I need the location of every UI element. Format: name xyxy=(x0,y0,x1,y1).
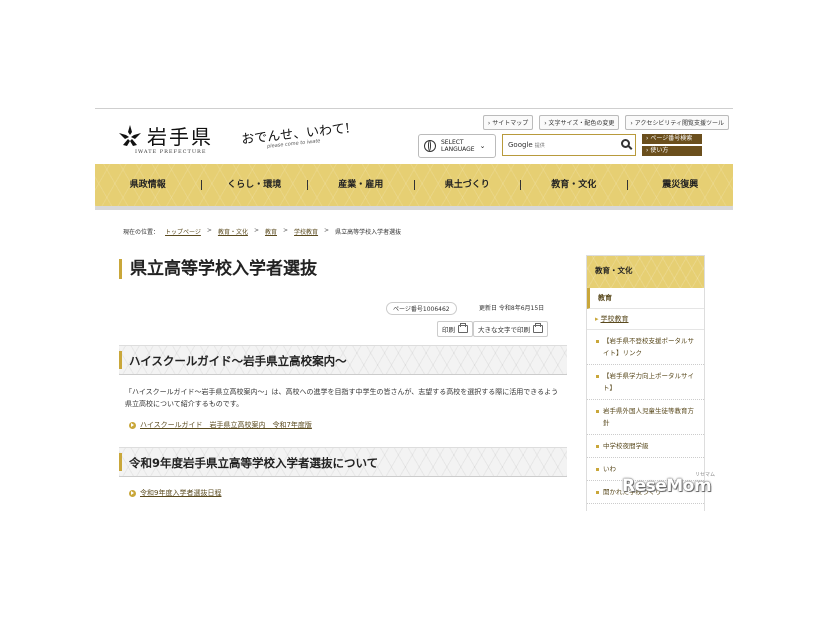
print-button[interactable]: 印刷 xyxy=(437,321,473,337)
printer-icon xyxy=(458,323,468,333)
chevron-down-icon: ⌄ xyxy=(479,141,486,150)
breadcrumb-link-top[interactable]: トップページ xyxy=(165,227,201,236)
breadcrumb-link-school-education[interactable]: 学校教育 xyxy=(294,227,318,236)
nav-divider xyxy=(95,206,733,210)
sidebar-item[interactable]: 【岩手県学力向上ポータルサイト】 xyxy=(587,365,704,400)
site-logo[interactable]: 岩手県 xyxy=(117,121,213,150)
breadcrumb-separator: > xyxy=(206,227,212,234)
prefecture-emblem-icon xyxy=(119,124,141,146)
page-number-badge: ページ番号1006462 xyxy=(386,302,457,315)
sidebar-item[interactable]: 中学校夜間学級 xyxy=(587,435,704,458)
logo-subtitle: IWATE PREFECTURE xyxy=(135,149,207,155)
admission-schedule-link[interactable]: 令和9年度入学者選抜日程 xyxy=(129,488,221,498)
section-heading-admission-selection: 令和9年度岩手県立高等学校入学者選抜について xyxy=(119,447,567,477)
sidebar: 教育・文化 教育 学校教育 【岩手県不登校支援ポータルサイト】リンク 【岩手県学… xyxy=(586,255,705,511)
global-nav: 県政情報 くらし・環境 産業・雇用 県土づくり 教育・文化 震災復興 xyxy=(95,164,733,206)
nav-item-land-development[interactable]: 県土づくり xyxy=(415,180,521,190)
nav-item-education-culture[interactable]: 教育・文化 xyxy=(521,180,628,190)
breadcrumb-separator: > xyxy=(324,227,330,234)
search-icon[interactable] xyxy=(621,139,630,148)
print-large-text-button[interactable]: 大きな文字で印刷 xyxy=(473,321,548,337)
breadcrumb-current: 県立高等学校入学者選抜 xyxy=(335,229,402,236)
page-title: 県立高等学校入学者選抜 xyxy=(119,259,317,279)
resemom-watermark-kana: リセマム xyxy=(695,472,716,478)
sidebar-subheading[interactable]: 教育 xyxy=(587,288,704,309)
high-school-guide-link[interactable]: ハイスクールガイド 岩手県立高校案内 令和7年度版 xyxy=(129,420,312,430)
section-heading-high-school-guide: ハイスクールガイド～岩手県立高校案内～ xyxy=(119,345,567,375)
printer-icon xyxy=(533,323,543,333)
utility-links: サイトマップ 文字サイズ・配色の変更 アクセシビリティ閲覧支援ツール xyxy=(482,115,729,130)
nav-item-living-environment[interactable]: くらし・環境 xyxy=(202,180,308,190)
browser-page: 岩手県 IWATE PREFECTURE おでんせ、いわて! please co… xyxy=(95,108,733,511)
how-to-use-button[interactable]: 使い方 xyxy=(642,146,702,156)
sitemap-link[interactable]: サイトマップ xyxy=(482,115,534,130)
accessibility-tool-link[interactable]: アクセシビリティ閲覧支援ツール xyxy=(625,115,729,130)
select-language-label: SELECT LANGUAGE xyxy=(441,139,475,153)
page-number-search-button[interactable]: ページ番号検索 xyxy=(642,134,702,144)
arrow-bullet-icon xyxy=(129,489,136,497)
section-body-text: 「ハイスクールガイド～岩手県立高校案内～」は、高校への進学を目指す中学生の皆さん… xyxy=(125,388,559,408)
google-search-brand: Google 提供 xyxy=(508,141,545,149)
breadcrumb: 現在の位置： トップページ > 教育・文化 > 教育 > 学校教育 > 県立高等… xyxy=(123,227,401,236)
search-input[interactable]: Google 提供 xyxy=(502,134,636,156)
breadcrumb-label: 現在の位置： xyxy=(123,229,160,236)
nav-item-disaster-recovery[interactable]: 震災復興 xyxy=(628,180,734,190)
sidebar-heading[interactable]: 教育・文化 xyxy=(587,256,704,288)
nav-item-prefectural-government[interactable]: 県政情報 xyxy=(95,180,202,190)
sidebar-item[interactable]: 岩手県外国人児童生徒等教育方針 xyxy=(587,400,704,435)
breadcrumb-separator: > xyxy=(253,227,259,234)
updated-date: 更新日 令和8年6月15日 xyxy=(479,305,545,312)
sidebar-item[interactable]: 【岩手県不登校支援ポータルサイト】リンク xyxy=(587,330,704,365)
resemom-watermark: ReseMom xyxy=(622,476,712,496)
breadcrumb-link-education[interactable]: 教育 xyxy=(265,227,277,236)
text-size-color-link[interactable]: 文字サイズ・配色の変更 xyxy=(539,115,620,130)
sidebar-category-school-education[interactable]: 学校教育 xyxy=(587,309,704,330)
logo-text: 岩手県 xyxy=(147,125,213,149)
breadcrumb-link-education-culture[interactable]: 教育・文化 xyxy=(218,227,248,236)
arrow-bullet-icon xyxy=(129,421,136,429)
nav-item-industry-employment[interactable]: 産業・雇用 xyxy=(308,180,415,190)
breadcrumb-separator: > xyxy=(283,227,289,234)
globe-icon xyxy=(424,140,436,152)
select-language-button[interactable]: SELECT LANGUAGE ⌄ xyxy=(418,134,496,158)
